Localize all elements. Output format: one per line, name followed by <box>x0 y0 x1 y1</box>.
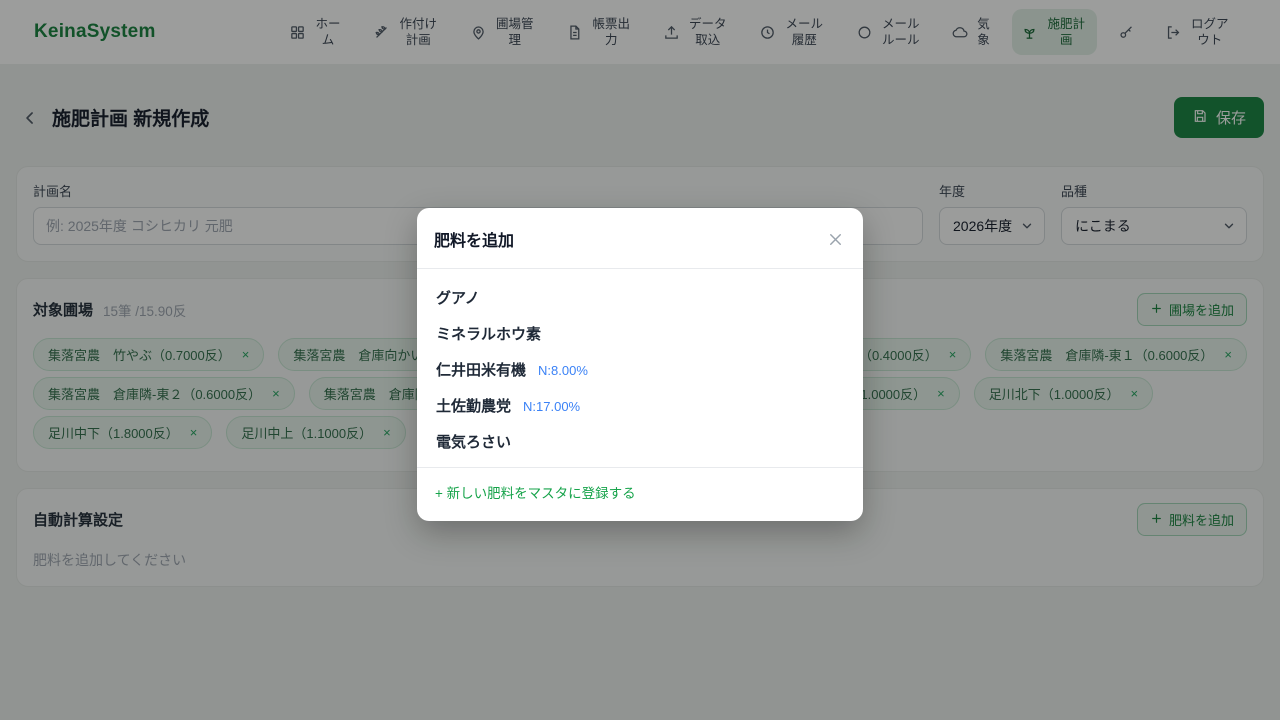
fertilizer-list-item[interactable]: ミネラルホウ素 <box>435 315 845 351</box>
close-icon[interactable] <box>823 227 847 251</box>
add-fertilizer-modal: 肥料を追加 グアノ ミネラルホウ素 仁井田米有機 N:8.00% 土佐勤農党 N… <box>417 208 863 521</box>
n-percentage: N:8.00% <box>538 363 588 378</box>
modal-title: 肥料を追加 <box>434 227 514 251</box>
fertilizer-list-item[interactable]: 電気ろさい <box>435 423 845 459</box>
fertilizer-list-item[interactable]: 仁井田米有機 N:8.00% <box>435 351 845 387</box>
n-percentage: N:17.00% <box>523 399 580 414</box>
fertilizer-list: グアノ ミネラルホウ素 仁井田米有機 N:8.00% 土佐勤農党 N:17.00… <box>417 269 863 467</box>
fertilizer-list-item[interactable]: グアノ <box>435 279 845 315</box>
fertilizer-list-item[interactable]: 土佐勤農党 N:17.00% <box>435 387 845 423</box>
register-new-fertilizer-link[interactable]: + 新しい肥料をマスタに登録する <box>435 486 636 501</box>
